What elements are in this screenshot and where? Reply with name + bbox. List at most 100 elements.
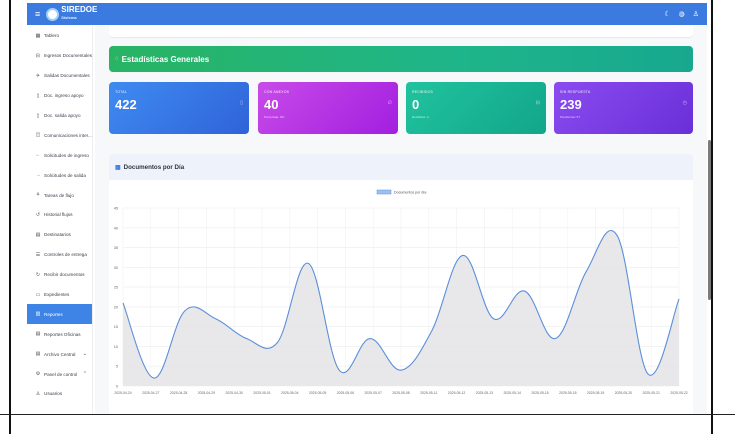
sidebar-item-label: Historial flujos [44, 212, 73, 218]
arrow-left-icon: ← [35, 152, 41, 159]
settings-icon: ⚙ [35, 371, 41, 378]
sidebar-item-archivo-central[interactable]: ▤ Archivo Central ⌄ [27, 344, 92, 364]
check-list-icon: ☰ [35, 251, 41, 258]
sidebar-item-label: Salidas Documentales [44, 73, 90, 79]
chart-card: ▦ Documentos por Día 0 5 10 15 20 25 30 35 40 45 2… [109, 154, 693, 416]
stats-title: Estadísticas Generales [121, 54, 210, 64]
sidebar-item-controles-de-entrega[interactable]: ☰ Controles de entrega [27, 245, 92, 265]
sidebar-item-tareas-de-flujo[interactable]: ⚘ Tareas de flujo [27, 185, 92, 205]
sidebar-item-expedientes[interactable]: ▭ Expedientes [27, 285, 92, 305]
x-tick-label: 2025-05-11 [420, 391, 437, 395]
sidebar-item-usuarios[interactable]: ♙ Usuarios [27, 384, 92, 404]
x-tick-label: 2025-05-13 [476, 391, 493, 395]
y-tick-label: 20 [114, 305, 118, 309]
sidebar-item-solicitudes-de-salida[interactable]: → Solicitudes de salida [27, 165, 92, 185]
inbox-icon: ⊟ [535, 100, 540, 106]
scrollbar[interactable] [708, 140, 711, 300]
calendar-icon: ▦ [115, 164, 121, 171]
list-icon: ▤ [35, 231, 41, 238]
y-tick-label: 25 [114, 286, 118, 290]
x-tick-label: 2025-05-14 [504, 391, 521, 395]
sidebar-item-recibir-documentos[interactable]: ↻ Recibir documentos [27, 265, 92, 285]
sidebar-item-label: Destinatarios [44, 232, 71, 238]
sidebar-item-solicitudes-de-ingreso[interactable]: ← Solicitudes de ingreso [27, 145, 92, 165]
sidebar-item-ingresos-documentales[interactable]: ⊟ Ingresos Documentales [27, 46, 92, 66]
sidebar-item-reportes-oficinas[interactable]: ▤ Reportes Oficinas [27, 324, 92, 344]
arrow-right-icon: → [35, 172, 41, 179]
moon-icon[interactable]: ☾ [664, 10, 670, 18]
sidebar-item-reportes[interactable]: ▥ Reportes [27, 304, 92, 325]
chevron-down-icon[interactable]: ⌄ [83, 351, 87, 357]
x-tick-label: 2025-05-07 [365, 391, 382, 395]
sidebar-item-doc-ingreso-apoyo[interactable]: ▯ Doc. ingreso apoyo [27, 86, 92, 106]
sidebar-item-panel-de-control[interactable]: ⚙ Panel de control ⌃ [27, 364, 92, 384]
bell-icon[interactable]: ◍ [679, 10, 685, 18]
sidebar-item-label: Ingresos Documentales [43, 53, 92, 59]
stat-value: 40 [264, 97, 279, 112]
sidebar-item-label: Solicitudes de salida [44, 172, 86, 178]
grid-icon: ▦ [35, 32, 41, 39]
stat-card-con-anexos[interactable]: CON ANEXOS 40 Porcentaje: 9% ∅ [258, 82, 398, 134]
sidebar-item-salidas-documentales[interactable]: ✈ Salidas Documentales [27, 66, 92, 86]
bottom-border [0, 414, 735, 415]
stat-label: TOTAL [115, 90, 127, 94]
x-tick-label: 2025-05-12 [448, 391, 465, 395]
x-tick-label: 2025-04-24 [114, 391, 131, 395]
sidebar-item-comunicaciones-inter[interactable]: ◫ Comunicaciones inter... [27, 125, 92, 145]
stat-sub: Recibidos: 0 [412, 115, 429, 119]
y-tick-label: 0 [116, 385, 118, 389]
report-icon: ▤ [35, 331, 41, 338]
x-tick-label: 2025-05-08 [392, 391, 409, 395]
sidebar-item-label: Expedientes [44, 292, 70, 298]
x-tick-label: 2025-04-27 [142, 391, 159, 395]
legend-label: Documentos por día [394, 191, 426, 195]
sidebar-item-label: Reportes Oficinas [44, 331, 81, 337]
logo-subtext: Sistema [61, 15, 77, 20]
chevron-up-icon[interactable]: ⌃ [83, 371, 87, 377]
stat-card-recibidos[interactable]: RECIBIDOS 0 Recibidos: 0 ⊟ [406, 82, 546, 134]
sidebar-item-historial-flujos[interactable]: ↺ Historial flujos [27, 205, 92, 225]
chart-icon: ▥ [35, 311, 41, 318]
file-out-icon: ▯ [36, 112, 40, 119]
app-logo[interactable]: SIREDOE Sistema [46, 6, 97, 22]
user-icon[interactable]: ♙ [693, 10, 699, 18]
x-tick-label: 2025-05-20 [615, 391, 632, 395]
y-tick-label: 5 [116, 365, 118, 369]
sidebar-item-label: Solicitudes de ingreso [44, 152, 89, 158]
users-icon: ♙ [35, 390, 41, 397]
y-tick-label: 40 [114, 226, 118, 230]
sidebar-item-tablero[interactable]: ▦ Tablero [27, 26, 92, 46]
inbox-icon: ⊟ [35, 52, 40, 59]
sidebar-item-label: Archivo Central [44, 351, 76, 357]
x-tick-label: 2025-05-22 [670, 391, 687, 395]
screenshot-frame: ≡ SIREDOE Sistema ☾ ◍ ♙ ▦ Tablero ⊟ Ingresos… [0, 0, 735, 434]
sitemap-icon: ⚘ [35, 192, 41, 199]
x-tick-label: 2025-05-01 [253, 391, 270, 395]
file-icon: ▯ [36, 92, 40, 99]
clock-icon: ◷ [682, 100, 687, 106]
chart-title: Documentos por Día [123, 163, 185, 171]
stat-cards: TOTAL 422 ▯ CON ANEXOS 40 Porcentaje: 9%… [109, 82, 693, 134]
y-tick-label: 15 [114, 325, 118, 329]
x-tick-label: 2025-05-19 [587, 391, 604, 395]
stat-value: 0 [412, 97, 420, 112]
stat-card-sin-respuesta[interactable]: SIN RESPUESTA 239 Pendientes: 57 ◷ [554, 82, 693, 134]
main-content: ◌ Estadísticas Generales TOTAL 422 ▯ CON… [95, 26, 707, 416]
x-tick-label: 2025-04-28 [170, 391, 187, 395]
legend-swatch [376, 189, 392, 195]
stat-card-total[interactable]: TOTAL 422 ▯ [109, 82, 249, 134]
x-tick-label: 2025-05-18 [559, 391, 576, 395]
sidebar-item-doc-salida-apoyo[interactable]: ▯ Doc. salida apoyo [27, 106, 92, 126]
archive-icon: ▤ [35, 351, 41, 358]
menu-icon[interactable]: ≡ [35, 9, 40, 19]
y-tick-label: 35 [114, 246, 118, 250]
chat-icon: ◫ [35, 132, 41, 139]
sidebar-item-destinatarios[interactable]: ▤ Destinatarios [27, 225, 92, 245]
sidebar-item-label: Tablero [44, 33, 60, 39]
sidebar-item-label: Doc. salida apoyo [44, 113, 81, 118]
top-strip [109, 26, 693, 38]
receive-icon: ↻ [35, 271, 41, 278]
logo-text: SIREDOE Sistema [61, 5, 98, 21]
y-tick-label: 10 [114, 345, 118, 349]
sidebar: ▦ Tablero ⊟ Ingresos Documentales ✈ Salidas D… [27, 26, 93, 414]
